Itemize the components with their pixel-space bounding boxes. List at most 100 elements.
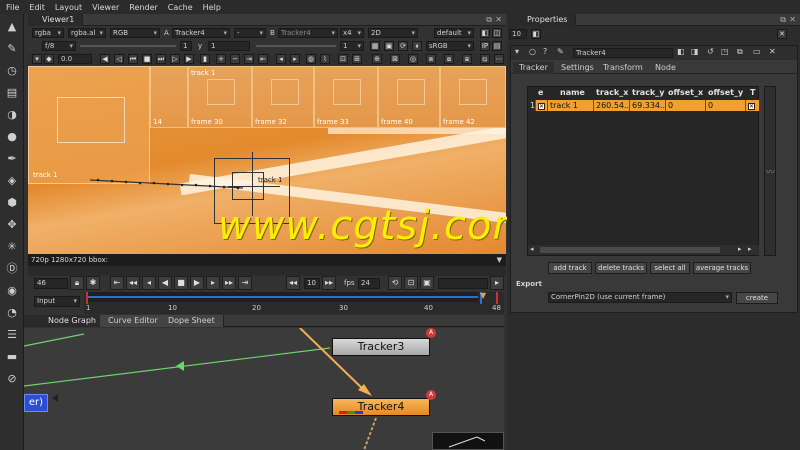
menu-file[interactable]: File (6, 3, 19, 12)
menu-help[interactable]: Help (203, 3, 221, 12)
viewer-overlay-icon[interactable]: ◫ (492, 28, 502, 38)
close-pane-icon[interactable]: ✕ (789, 15, 796, 24)
scroll-end-icon[interactable]: ▸ (748, 245, 752, 253)
add-track-button[interactable]: add track (548, 262, 592, 274)
deep-tool-icon[interactable]: Ⓓ (5, 262, 19, 276)
first-frame-icon[interactable]: ⇤ (110, 276, 124, 290)
tab-properties[interactable]: Properties (507, 13, 577, 26)
collapse-icon[interactable]: ▾ (515, 47, 519, 56)
next-frame-icon[interactable]: ▸ (206, 276, 220, 290)
skip-forward-icon[interactable]: ▸▸ (322, 276, 336, 290)
current-frame-field[interactable]: 46 (34, 278, 68, 289)
menu-layout[interactable]: Layout (55, 3, 82, 12)
snap-icon[interactable]: ⊞ (352, 54, 362, 64)
track-forward-all-icon[interactable]: ▶ (184, 54, 194, 64)
range-field[interactable] (438, 278, 488, 289)
tab-dope-sheet[interactable]: Dope Sheet (160, 315, 224, 327)
input-mode-select[interactable]: Input (34, 296, 80, 307)
input-a-select[interactable]: Tracker4 (172, 28, 230, 38)
minimize-icon[interactable]: ▭ (753, 47, 761, 56)
close-pane-icon[interactable]: ✕ (495, 15, 502, 24)
viewer-settings-icon[interactable]: ◧ (480, 28, 490, 38)
loop-icon[interactable]: ⟲ (388, 276, 402, 290)
timeline[interactable]: ▼ 1 10 20 30 40 48 (84, 292, 504, 314)
center-viewer-icon[interactable]: ⊕ (372, 54, 382, 64)
track-next-icon[interactable]: ⏭ (156, 54, 166, 64)
close-icon[interactable]: ✕ (769, 47, 776, 56)
tab-node[interactable]: Node (649, 62, 682, 74)
column-header[interactable]: track_x (596, 87, 628, 99)
metadata-tool-icon[interactable]: ◔ (5, 306, 19, 320)
track-stop-icon[interactable]: ■ (142, 54, 152, 64)
pattern-icon[interactable]: ⧇ (444, 54, 454, 64)
views-tool-icon[interactable]: ◉ (5, 284, 19, 298)
view-mode-select[interactable]: 2D (368, 28, 418, 38)
column-header[interactable]: T (750, 87, 755, 99)
increment-field[interactable]: 10 (304, 278, 320, 289)
pause-icon[interactable]: ⏸ (412, 41, 422, 51)
snowflake-icon[interactable]: ✱ (86, 276, 100, 290)
column-header[interactable]: offset_y (708, 87, 743, 99)
next-keyframe-icon[interactable]: ▸▸ (222, 276, 236, 290)
scroll-left-icon[interactable]: ◂ (530, 245, 534, 253)
node-tracker3[interactable]: Tracker3 (332, 338, 430, 356)
expand-icon[interactable]: ▤ (492, 41, 502, 51)
auto-tracks-icon[interactable]: ◎ (408, 54, 418, 64)
frame-a-field[interactable]: 1 (180, 41, 192, 51)
paint-tool-icon[interactable]: ✎ (5, 42, 19, 56)
tab-settings[interactable]: Settings (555, 62, 600, 74)
time-tool-icon[interactable]: ◷ (5, 64, 19, 78)
zoom-window-icon[interactable]: ⊡ (338, 54, 348, 64)
delete-tracks-button[interactable]: delete tracks (595, 262, 647, 274)
track-x-cell[interactable]: 260.54... (594, 100, 630, 111)
y-value-field[interactable]: 1 (208, 41, 250, 51)
filter-tool-icon[interactable]: ● (5, 130, 19, 144)
help-icon[interactable]: ? (543, 47, 547, 56)
channel-tool-icon[interactable]: ▤ (5, 86, 19, 100)
alpha-channel-select[interactable]: rgba.al (68, 28, 106, 38)
redo-icon[interactable]: ◨ (691, 47, 699, 56)
frame-b-field[interactable]: 1 (340, 41, 364, 51)
prev-keyframe-icon[interactable]: ◂◂ (126, 276, 140, 290)
enable-checkbox[interactable]: ✕ (536, 100, 548, 111)
input-b-select[interactable]: Tracker4 (278, 28, 338, 38)
tab-viewer1[interactable]: Viewer1 (28, 13, 84, 26)
more-icon[interactable]: ⋯ (494, 54, 504, 64)
delete-keyframe-icon[interactable]: − (230, 54, 240, 64)
create-button[interactable]: create (736, 292, 778, 304)
float-icon[interactable]: ⧉ (737, 47, 743, 57)
average-tracks-button[interactable]: average tracks (693, 262, 751, 274)
max-panels-field[interactable]: 10 (509, 29, 527, 39)
channels-select[interactable]: rgba (32, 28, 64, 38)
gain-slider[interactable] (80, 45, 176, 47)
node-graph[interactable]: Tracker3 A Tracker4 A er) (24, 328, 504, 450)
track-back-all-icon[interactable]: ◀ (100, 54, 110, 64)
display-color-select[interactable]: RGB (110, 28, 160, 38)
show-error-icon[interactable]: ◍ (306, 54, 316, 64)
select-tool-icon[interactable]: ▲ (5, 20, 19, 34)
show-path-icon[interactable]: ⌇ (320, 54, 330, 64)
scroll-right-icon[interactable]: ▸ (738, 245, 742, 253)
keyer-tool-icon[interactable]: ✒ (5, 152, 19, 166)
stop-icon[interactable]: ■ (174, 276, 188, 290)
keyframe-prev-icon[interactable]: ◂ (276, 54, 286, 64)
offset-x-cell[interactable]: 0 (666, 100, 706, 111)
flipbook-icon[interactable]: ▣ (420, 276, 434, 290)
menu-cache[interactable]: Cache (168, 3, 193, 12)
prev-frame-icon[interactable]: ◂ (142, 276, 156, 290)
merge-tool-icon[interactable]: ◈ (5, 174, 19, 188)
track-name-cell[interactable]: track 1 (548, 100, 594, 111)
tab-node-graph[interactable]: Node Graph (24, 315, 105, 327)
float-pane-icon[interactable]: ⧉ (486, 15, 492, 25)
search-area-icon[interactable]: ⧆ (462, 54, 472, 64)
proxy-icon[interactable]: ▦ (370, 41, 380, 51)
tab-transform[interactable]: Transform (597, 62, 649, 74)
select-all-button[interactable]: select all (650, 262, 690, 274)
clear-fwd-icon[interactable]: ⇥ (244, 54, 254, 64)
nuke-tool-icon[interactable]: ⊘ (5, 372, 19, 386)
lock-panel-icon[interactable]: ◧ (531, 29, 541, 39)
clear-panels-icon[interactable]: ✕ (777, 29, 787, 39)
track-y-cell[interactable]: 69.334... (630, 100, 666, 111)
table-row[interactable]: 1 ✕ track 1 260.54... 69.334... 0 0 ✕ (528, 100, 759, 111)
roi-icon[interactable]: ▣ (384, 41, 394, 51)
